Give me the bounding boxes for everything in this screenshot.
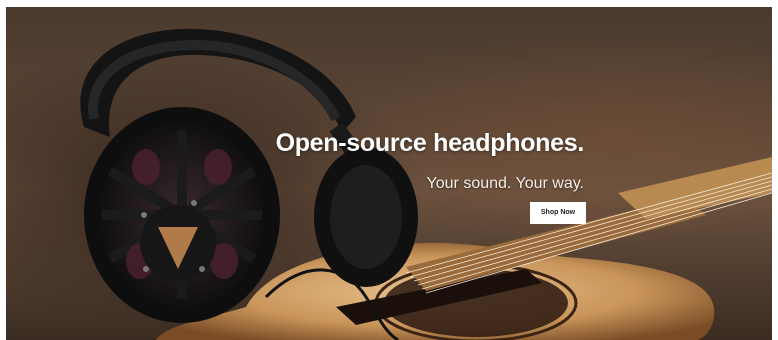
- front-earcup: [84, 107, 280, 323]
- shop-now-button[interactable]: Shop Now: [530, 202, 586, 224]
- hero-banner: Open-source headphones. Your sound. Your…: [6, 7, 772, 340]
- hero-subtitle: Your sound. Your way.: [426, 175, 584, 192]
- hero-copy: Open-source headphones. Your sound. Your…: [275, 128, 585, 194]
- hero-title: Open-source headphones.: [275, 129, 585, 157]
